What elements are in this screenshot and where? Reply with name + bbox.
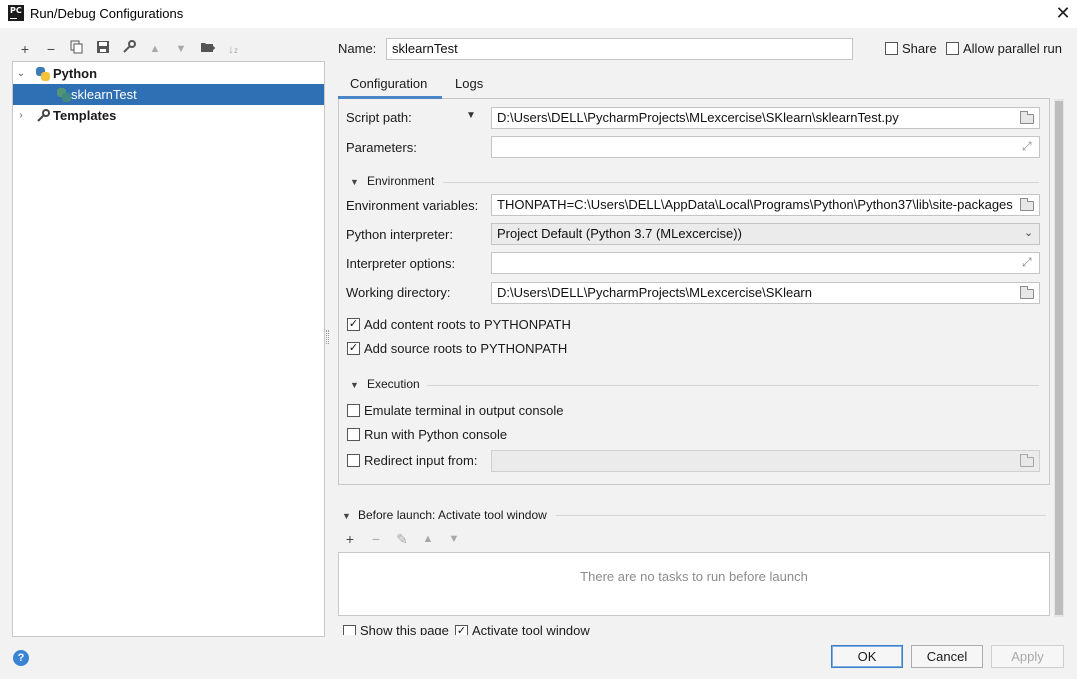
execution-section-label: Execution	[367, 377, 420, 391]
script-path-label: Script path:	[346, 110, 412, 125]
emulate-terminal-checkbox[interactable]	[347, 404, 360, 417]
interpreter-select[interactable]: Project Default (Python 3.7 (MLexcercise…	[491, 223, 1040, 245]
folder-icon[interactable]	[1020, 111, 1034, 124]
save-icon[interactable]	[94, 40, 112, 58]
scrollbar-thumb[interactable]	[1055, 101, 1063, 615]
move-up-icon[interactable]: ▲	[419, 530, 437, 548]
content-roots-checkbox[interactable]: ✓	[347, 318, 360, 331]
working-directory-field[interactable]: D:\Users\DELL\PycharmProjects\MLexcercis…	[491, 282, 1040, 304]
interpreter-options-label: Interpreter options:	[346, 256, 456, 271]
folder-icon[interactable]	[1020, 198, 1034, 211]
env-vars-label: Environment variables:	[346, 198, 479, 213]
chevron-down-icon[interactable]: ⌄	[1024, 226, 1033, 239]
add-task-icon[interactable]: +	[341, 530, 359, 548]
show-page-checkbox[interactable]	[343, 625, 356, 635]
folder-icon[interactable]	[1020, 454, 1034, 467]
expand-icon[interactable]: ⤢	[1022, 139, 1032, 154]
parameters-label: Parameters:	[346, 140, 417, 155]
tree-item-label: Templates	[53, 108, 117, 123]
add-icon[interactable]: +	[16, 40, 34, 58]
cancel-button[interactable]: Cancel	[911, 645, 983, 668]
share-checkbox[interactable]	[885, 42, 898, 55]
remove-icon[interactable]: −	[42, 40, 60, 58]
wrench-icon	[36, 108, 50, 129]
parallel-run-checkbox[interactable]	[946, 42, 959, 55]
python-console-checkbox[interactable]	[347, 428, 360, 441]
copy-icon[interactable]	[68, 40, 86, 58]
collapse-arrow-icon[interactable]: ▼	[342, 511, 351, 521]
tab-logs[interactable]: Logs	[455, 76, 483, 91]
launch-options-row: Show this page ✓ Activate tool window	[338, 620, 1050, 635]
interpreter-options-field[interactable]	[491, 252, 1040, 274]
name-field[interactable]: sklearnTest	[386, 38, 853, 60]
configuration-tree[interactable]: ⌄ Python sklearnTest › Templates	[12, 61, 325, 637]
tree-item-label: sklearnTest	[71, 87, 137, 102]
collapse-arrow-icon[interactable]: ▼	[350, 177, 359, 187]
tree-item-templates[interactable]: › Templates	[13, 105, 324, 126]
pycharm-app-icon: PC	[8, 5, 24, 21]
folder-icon[interactable]	[1020, 286, 1034, 299]
help-icon[interactable]: ?	[13, 650, 29, 666]
tasks-empty-text: There are no tasks to run before launch	[580, 569, 808, 584]
move-down-icon[interactable]: ▼	[172, 40, 190, 58]
tree-item-python[interactable]: ⌄ Python	[13, 63, 324, 84]
emulate-terminal-label: Emulate terminal in output console	[364, 403, 564, 418]
chevron-right-icon[interactable]: ›	[16, 105, 26, 126]
parallel-run-label: Allow parallel run	[963, 41, 1062, 56]
before-launch-label: Before launch: Activate tool window	[358, 508, 547, 522]
window-title: Run/Debug Configurations	[30, 6, 184, 21]
section-divider	[427, 385, 1039, 386]
working-directory-label: Working directory:	[346, 285, 451, 300]
source-roots-checkbox[interactable]: ✓	[347, 342, 360, 355]
wrench-icon[interactable]	[120, 40, 138, 58]
script-path-field[interactable]: D:\Users\DELL\PycharmProjects\MLexcercis…	[491, 107, 1040, 129]
redirect-input-field[interactable]	[491, 450, 1040, 472]
close-icon[interactable]: ✕	[1052, 2, 1074, 24]
tree-item-label: Python	[53, 66, 98, 81]
activate-tool-checkbox[interactable]: ✓	[455, 625, 468, 635]
redirect-input-checkbox[interactable]	[347, 454, 360, 467]
folder-add-icon[interactable]	[198, 40, 216, 58]
move-up-icon[interactable]: ▲	[146, 40, 164, 58]
move-down-icon[interactable]: ▼	[445, 530, 463, 548]
apply-button[interactable]: Apply	[991, 645, 1064, 668]
python-icon	[57, 88, 71, 102]
section-divider	[443, 182, 1039, 183]
env-vars-field[interactable]: THONPATH=C:\Users\DELL\AppData\Local\Pro…	[491, 194, 1040, 216]
python-icon	[36, 67, 50, 81]
interpreter-label: Python interpreter:	[346, 227, 453, 242]
share-label: Share	[902, 41, 937, 56]
activate-tool-label: Activate tool window	[472, 623, 590, 635]
tasks-list[interactable]	[338, 552, 1050, 616]
script-type-dropdown-icon[interactable]: ▼	[466, 110, 476, 121]
ok-button[interactable]: OK	[831, 645, 903, 668]
python-console-label: Run with Python console	[364, 427, 508, 442]
parameters-field[interactable]	[491, 136, 1040, 158]
tree-item-sklearntest[interactable]: sklearnTest	[13, 84, 324, 105]
section-divider	[556, 515, 1046, 516]
tab-configuration[interactable]: Configuration	[350, 76, 427, 91]
redirect-input-label: Redirect input from:	[364, 453, 478, 468]
chevron-down-icon[interactable]: ⌄	[16, 63, 26, 84]
expand-icon[interactable]: ⤢	[1022, 255, 1032, 270]
show-page-label: Show this page	[360, 623, 449, 635]
environment-section-label: Environment	[367, 174, 435, 188]
edit-task-icon[interactable]: ✎	[393, 530, 411, 548]
sort-icon[interactable]: ↓z	[224, 40, 242, 58]
source-roots-label: Add source roots to PYTHONPATH	[364, 341, 568, 356]
splitter-handle[interactable]	[326, 330, 329, 344]
remove-task-icon[interactable]: −	[367, 530, 385, 548]
name-label: Name:	[338, 41, 377, 56]
collapse-arrow-icon[interactable]: ▼	[350, 380, 359, 390]
content-roots-label: Add content roots to PYTHONPATH	[364, 317, 571, 332]
